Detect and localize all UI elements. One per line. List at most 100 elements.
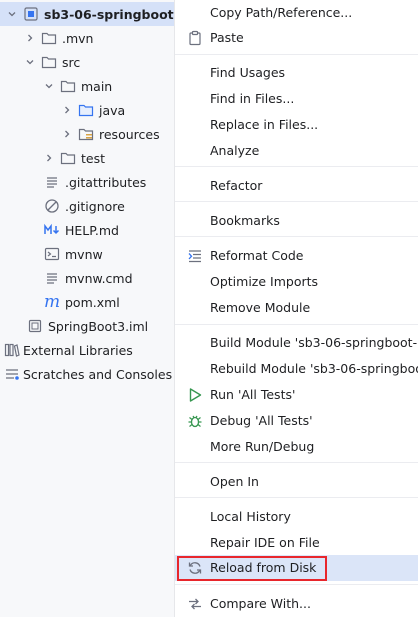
menu-separator [175, 166, 418, 167]
menu-item-replace-in-files[interactable]: Replace in Files... [175, 112, 418, 138]
tree-item-springboot3-iml[interactable]: SpringBoot3.iml [0, 314, 174, 338]
menu-item-label: Replace in Files... [210, 117, 319, 132]
reload-icon [187, 560, 203, 576]
menu-item-label: Reload from Disk [210, 560, 317, 575]
tree-item-label: test [81, 150, 106, 166]
menu-item-reload-from-disk[interactable]: Reload from Disk [175, 555, 418, 581]
tree-item-test[interactable]: test [0, 146, 174, 170]
tree-item-java[interactable]: java [0, 98, 174, 122]
tree-item-label: SpringBoot3.iml [48, 318, 149, 334]
menu-item-label: Rebuild Module 'sb3-06-springboot [210, 361, 418, 376]
compare-icon [187, 596, 203, 612]
menu-item-find-in-files[interactable]: Find in Files... [175, 86, 418, 112]
menu-item-reformat-code[interactable]: Reformat Code [175, 243, 418, 269]
menu-item-bookmarks[interactable]: Bookmarks [175, 208, 418, 234]
tree-item-label: sb3-06-springboot-m [44, 6, 174, 22]
menu-item-label: Paste [210, 30, 244, 45]
tree-item-label: java [99, 102, 126, 118]
menu-item-run-all-tests[interactable]: Run 'All Tests' [175, 382, 418, 408]
maven-icon: m [43, 292, 61, 312]
menu-item-paste[interactable]: Paste [175, 25, 418, 51]
tree-item-src[interactable]: src [0, 50, 174, 74]
tree-item-label: .mvn [62, 30, 94, 46]
tree-item-mvnw-cmd[interactable]: mvnw.cmd [0, 266, 174, 290]
tree-item-help-md[interactable]: HELP.md [0, 218, 174, 242]
tree-item-label: .gitattributes [65, 174, 147, 190]
chevron-right-icon[interactable] [61, 104, 73, 116]
tree-item-external-libraries[interactable]: External Libraries [0, 338, 174, 362]
tree-item-label: src [62, 54, 81, 70]
source-folder-icon [78, 102, 94, 118]
ignore-file-icon [44, 198, 60, 214]
tree-item-label: main [81, 78, 113, 94]
menu-item-label: Remove Module [210, 300, 311, 315]
menu-item-label: Run 'All Tests' [210, 387, 296, 402]
tree-item-resources[interactable]: resources [0, 122, 174, 146]
menu-item-find-usages[interactable]: Find Usages [175, 60, 418, 86]
tree-item-gitattributes[interactable]: .gitattributes [0, 170, 174, 194]
menu-item-label: Compare With... [210, 596, 311, 611]
resources-folder-icon [78, 126, 94, 142]
markdown-icon [44, 222, 60, 238]
tree-item-label: HELP.md [65, 222, 119, 238]
text-file-icon [44, 270, 60, 286]
tree-item-label: External Libraries [23, 342, 133, 358]
tree-item-label: pom.xml [65, 294, 120, 310]
menu-separator [175, 462, 418, 463]
folder-icon [41, 54, 57, 70]
menu-item-local-history[interactable]: Local History [175, 504, 418, 530]
shell-script-icon [44, 246, 60, 262]
menu-separator [175, 201, 418, 202]
tree-item-gitignore[interactable]: .gitignore [0, 194, 174, 218]
menu-separator [175, 324, 418, 325]
project-tree: sb3-06-springboot-m .mvn src main java r… [0, 0, 174, 617]
chevron-down-icon[interactable] [6, 8, 18, 20]
tree-item-project-root[interactable]: sb3-06-springboot-m [0, 2, 174, 26]
menu-item-debug-all-tests[interactable]: Debug 'All Tests' [175, 408, 418, 434]
tree-item-main[interactable]: main [0, 74, 174, 98]
menu-separator [175, 584, 418, 585]
tree-item-mvnw[interactable]: mvnw [0, 242, 174, 266]
menu-item-rebuild-module[interactable]: Rebuild Module 'sb3-06-springboot [175, 356, 418, 382]
menu-item-build-module[interactable]: Build Module 'sb3-06-springboot-m [175, 330, 418, 356]
menu-item-label: Repair IDE on File [210, 535, 320, 550]
menu-item-refactor[interactable]: Refactor [175, 173, 418, 199]
menu-item-more-run-debug[interactable]: More Run/Debug [175, 434, 418, 460]
menu-item-label: Refactor [210, 178, 263, 193]
tree-item-label: mvnw.cmd [65, 270, 133, 286]
debug-icon [187, 413, 203, 429]
menu-item-label: Debug 'All Tests' [210, 413, 313, 428]
clipboard-icon [187, 30, 203, 46]
tree-item-label: resources [99, 126, 160, 142]
chevron-right-icon[interactable] [61, 128, 73, 140]
chevron-down-icon[interactable] [24, 56, 36, 68]
chevron-right-icon[interactable] [43, 152, 55, 164]
menu-item-label: Copy Path/Reference... [210, 5, 353, 20]
library-icon [4, 342, 20, 358]
menu-item-label: Optimize Imports [210, 274, 319, 289]
menu-item-compare-with[interactable]: Compare With... [175, 591, 418, 617]
chevron-right-icon[interactable] [24, 32, 36, 44]
menu-separator [175, 54, 418, 55]
menu-item-remove-module[interactable]: Remove Module [175, 295, 418, 321]
menu-item-repair-ide-on-file[interactable]: Repair IDE on File [175, 530, 418, 556]
module-folder-icon [23, 6, 39, 22]
tree-item-mvn[interactable]: .mvn [0, 26, 174, 50]
run-icon [187, 387, 203, 403]
menu-item-analyze[interactable]: Analyze [175, 138, 418, 164]
menu-item-label: Bookmarks [210, 213, 280, 228]
tree-item-scratches-and-consoles[interactable]: Scratches and Consoles [0, 362, 174, 386]
scratches-icon [4, 366, 20, 382]
tree-item-label: mvnw [65, 246, 103, 262]
menu-item-optimize-imports[interactable]: Optimize Imports [175, 269, 418, 295]
text-file-icon [44, 174, 60, 190]
menu-item-label: Open In [210, 474, 259, 489]
folder-icon [60, 150, 76, 166]
chevron-down-icon[interactable] [43, 80, 55, 92]
tree-item-pom-xml[interactable]: m pom.xml [0, 290, 174, 314]
menu-item-label: Local History [210, 509, 291, 524]
menu-item-label: Reformat Code [210, 248, 304, 263]
menu-item-open-in[interactable]: Open In [175, 469, 418, 495]
reformat-icon [187, 248, 203, 264]
menu-item-copy-path-reference[interactable]: Copy Path/Reference... [175, 0, 418, 26]
